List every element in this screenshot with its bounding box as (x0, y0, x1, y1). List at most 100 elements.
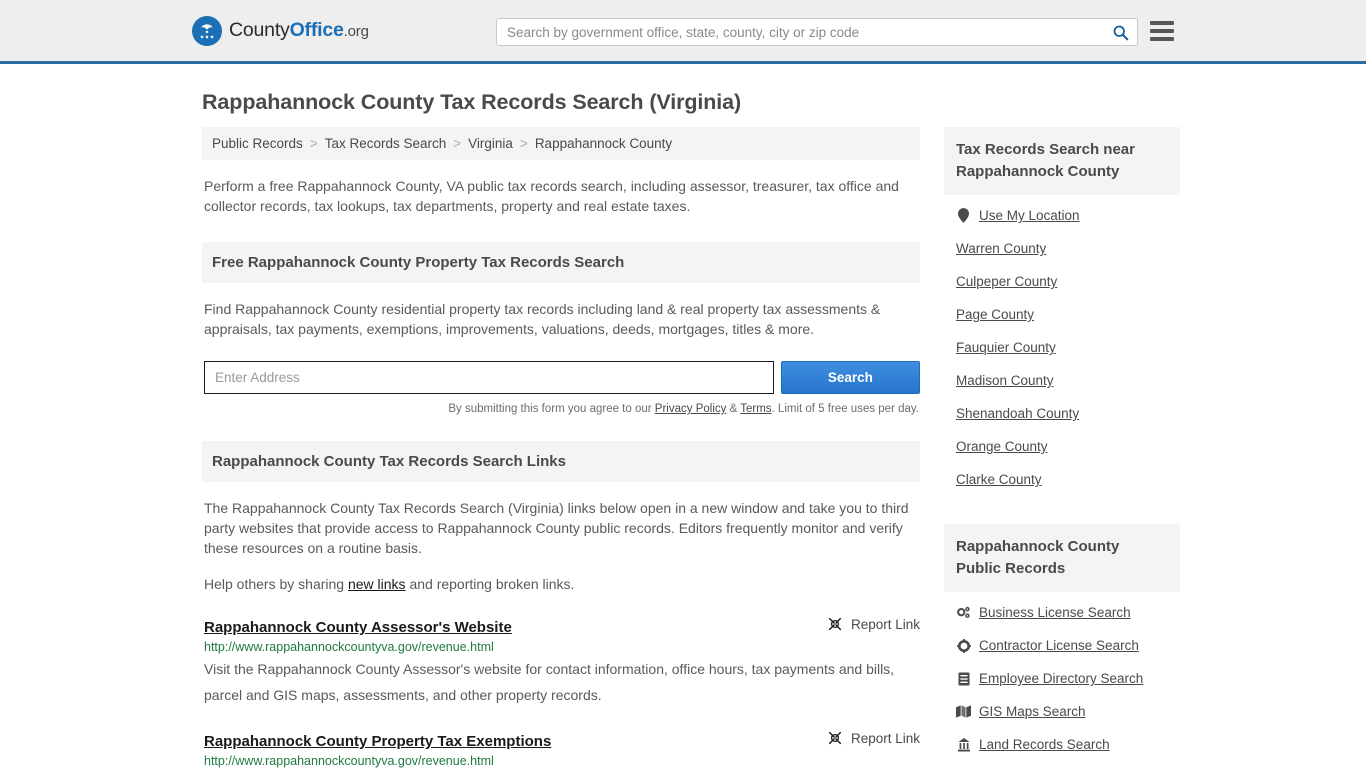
page-body: Rappahannock County Tax Records Search (… (0, 90, 1366, 768)
sidebar-item-page-county[interactable]: Page County (956, 298, 1180, 331)
gear-icon (956, 638, 971, 653)
nearby-county-link[interactable]: Warren County (956, 241, 1046, 256)
breadcrumb-separator: > (453, 136, 462, 151)
use-my-location-link[interactable]: Use My Location (979, 208, 1080, 223)
terms-link[interactable]: Terms (740, 403, 771, 415)
page-intro-text: Perform a free Rappahannock County, VA p… (204, 178, 899, 214)
sidebar-item-orange-county[interactable]: Orange County (956, 430, 1180, 463)
brand-wordmark: CountyOffice.org (229, 19, 369, 42)
unlink-icon (828, 617, 841, 631)
map-pin-icon (956, 208, 971, 223)
hamburger-bar (1150, 37, 1174, 41)
report-link-label: Report Link (850, 730, 920, 746)
sidebar-item-culpeper-county[interactable]: Culpeper County (956, 265, 1180, 298)
landmark-icon (956, 737, 971, 752)
public-record-link[interactable]: Contractor License Search (979, 638, 1139, 653)
link-result-url: http://www.rappahannockcountyva.gov/reve… (204, 640, 494, 654)
disclaimer-prefix: By submitting this form you agree to our (448, 403, 655, 415)
breadcrumb-separator: > (519, 136, 528, 151)
nearby-county-link[interactable]: Culpeper County (956, 274, 1057, 289)
address-search-form: Search (204, 361, 920, 394)
privacy-policy-link[interactable]: Privacy Policy (655, 403, 727, 415)
page-title: Rappahannock County Tax Records Search (… (202, 90, 742, 114)
brand-word-county: County (229, 19, 290, 41)
search-submit-button[interactable] (1103, 19, 1137, 45)
hamburger-bar (1150, 21, 1174, 25)
sidebar-item-gis-maps-search[interactable]: GIS Maps Search (956, 695, 1180, 728)
sidebar-item-shenandoah-county[interactable]: Shenandoah County (956, 397, 1180, 430)
sidebar-item-warren-county[interactable]: Warren County (956, 232, 1180, 265)
report-link-button[interactable]: Report Link (827, 730, 920, 746)
main-column: Public Records > Tax Records Search > Vi… (202, 127, 920, 768)
global-search-bar[interactable] (496, 18, 1138, 46)
public-record-link[interactable]: Employee Directory Search (979, 671, 1143, 686)
disclaimer-suffix: . Limit of 5 free uses per day. (771, 403, 919, 415)
sidebar-item-business-license-search[interactable]: Business License Search (956, 596, 1180, 629)
address-input[interactable] (204, 361, 774, 394)
help-prefix: Help others by sharing (204, 576, 348, 592)
form-disclaimer: By submitting this form you agree to our… (202, 403, 920, 415)
property-search-description: Find Rappahannock County residential pro… (204, 301, 881, 337)
eagle-seal-icon (192, 15, 222, 46)
breadcrumb-item-tax-records-search[interactable]: Tax Records Search (325, 136, 447, 151)
public-record-link[interactable]: Business License Search (979, 605, 1131, 620)
nearby-county-link[interactable]: Orange County (956, 439, 1048, 454)
nearby-search-box: Tax Records Search near Rappahannock Cou… (944, 127, 1180, 496)
nearby-county-link[interactable]: Clarke County (956, 472, 1042, 487)
breadcrumb-item-virginia[interactable]: Virginia (468, 136, 513, 151)
public-record-link[interactable]: Land Records Search (979, 737, 1110, 752)
link-result-title[interactable]: Rappahannock County Property Tax Exempti… (204, 733, 551, 750)
use-my-location-item[interactable]: Use My Location (956, 199, 1180, 232)
sidebar-item-fauquier-county[interactable]: Fauquier County (956, 331, 1180, 364)
public-records-heading: Rappahannock County Public Records (944, 524, 1180, 592)
sidebar-item-employee-directory-search[interactable]: Employee Directory Search (956, 662, 1180, 695)
nearby-search-heading: Tax Records Search near Rappahannock Cou… (944, 127, 1180, 195)
link-result-header: Rappahannock County Assessor's Website R… (204, 616, 920, 637)
link-result-description: Visit the Rappahannock County Assessor's… (204, 661, 895, 703)
hamburger-menu-icon[interactable] (1150, 21, 1174, 41)
sidebar-item-madison-county[interactable]: Madison County (956, 364, 1180, 397)
breadcrumb-item-rappahannock-county[interactable]: Rappahannock County (535, 136, 672, 151)
nearby-county-link[interactable]: Page County (956, 307, 1034, 322)
search-input[interactable] (497, 19, 1103, 45)
brand-word-office: Office (289, 19, 344, 41)
property-search-heading: Free Rappahannock County Property Tax Re… (202, 242, 920, 283)
brand-word-org: .org (343, 23, 369, 40)
help-suffix: and reporting broken links. (405, 576, 575, 592)
link-result-header: Rappahannock County Property Tax Exempti… (204, 730, 920, 751)
unlink-icon (828, 731, 841, 745)
nearby-county-list: Use My Location Warren County Culpeper C… (944, 195, 1180, 496)
sidebar-item-land-records-search[interactable]: Land Records Search (956, 728, 1180, 761)
content-columns: Public Records > Tax Records Search > Vi… (202, 127, 1180, 768)
map-icon (956, 705, 971, 718)
sidebar: Tax Records Search near Rappahannock Cou… (944, 127, 1180, 767)
link-result-item: Rappahannock County Property Tax Exempti… (202, 730, 920, 768)
new-links-link[interactable]: new links (348, 576, 406, 592)
search-icon (1113, 25, 1128, 40)
link-result-title[interactable]: Rappahannock County Assessor's Website (204, 619, 512, 636)
nearby-county-link[interactable]: Fauquier County (956, 340, 1056, 355)
nearby-county-link[interactable]: Shenandoah County (956, 406, 1079, 421)
breadcrumb: Public Records > Tax Records Search > Vi… (202, 127, 920, 160)
links-section-description: The Rappahannock County Tax Records Sear… (204, 500, 909, 556)
cogs-icon (956, 606, 971, 620)
link-result-item: Rappahannock County Assessor's Website R… (202, 616, 920, 708)
report-link-label: Report Link (850, 616, 920, 632)
breadcrumb-item-public-records[interactable]: Public Records (212, 136, 303, 151)
disclaimer-amp: & (726, 403, 741, 415)
nearby-county-link[interactable]: Madison County (956, 373, 1054, 388)
site-header: CountyOffice.org (0, 0, 1366, 64)
site-logo[interactable]: CountyOffice.org (192, 15, 369, 46)
report-link-button[interactable]: Report Link (827, 616, 920, 632)
help-share-text: Help others by sharing new links and rep… (204, 574, 920, 594)
address-search-button[interactable]: Search (780, 361, 920, 394)
list-alt-icon (956, 672, 971, 686)
sidebar-item-clarke-county[interactable]: Clarke County (956, 463, 1180, 496)
public-record-link[interactable]: GIS Maps Search (979, 704, 1086, 719)
link-result-url: http://www.rappahannockcountyva.gov/reve… (204, 754, 494, 768)
sidebar-item-contractor-license-search[interactable]: Contractor License Search (956, 629, 1180, 662)
links-section-heading: Rappahannock County Tax Records Search L… (202, 441, 920, 482)
hamburger-bar (1150, 29, 1174, 33)
public-records-box: Rappahannock County Public Records Busin… (944, 524, 1180, 761)
